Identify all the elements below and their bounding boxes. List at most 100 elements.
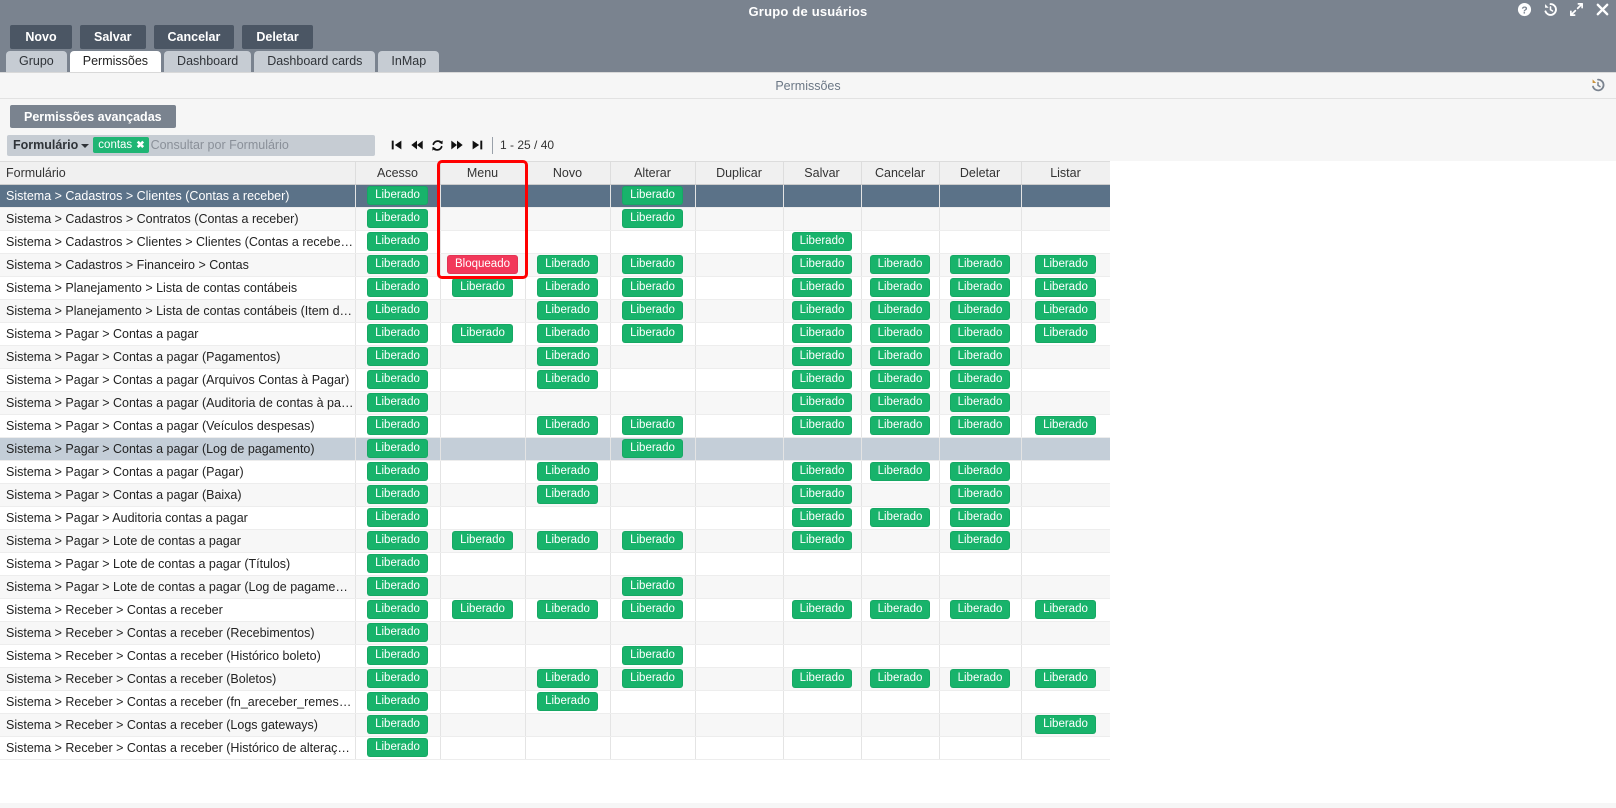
cell-deletar[interactable]: [939, 552, 1022, 576]
badge-liberado[interactable]: Liberado: [949, 324, 1011, 343]
cell-menu[interactable]: [440, 230, 526, 254]
badge-liberado[interactable]: Liberado: [791, 393, 853, 412]
cell-menu[interactable]: Liberado: [440, 276, 526, 300]
cell-alterar[interactable]: Liberado: [610, 598, 696, 622]
badge-liberado[interactable]: Liberado: [622, 577, 683, 596]
cell-cancelar[interactable]: Liberado: [861, 276, 940, 300]
tab-grupo[interactable]: Grupo: [6, 51, 67, 72]
badge-liberado[interactable]: Liberado: [367, 278, 428, 297]
cell-duplicar[interactable]: [695, 322, 784, 346]
cell-cancelar[interactable]: Liberado: [861, 667, 940, 691]
badge-liberado[interactable]: Liberado: [622, 186, 683, 205]
cell-listar[interactable]: [1021, 575, 1111, 599]
badge-liberado[interactable]: Liberado: [949, 462, 1011, 481]
badge-liberado[interactable]: Liberado: [452, 600, 513, 619]
cell-alterar[interactable]: [610, 552, 696, 576]
badge-liberado[interactable]: Liberado: [949, 531, 1011, 550]
cell-deletar[interactable]: Liberado: [939, 460, 1022, 484]
badge-liberado[interactable]: Liberado: [791, 278, 853, 297]
cell-duplicar[interactable]: [695, 437, 784, 461]
cell-alterar[interactable]: [610, 483, 696, 507]
badge-liberado[interactable]: Liberado: [367, 600, 428, 619]
badge-liberado[interactable]: Liberado: [1035, 278, 1096, 297]
cell-cancelar[interactable]: Liberado: [861, 391, 940, 415]
cell-alterar[interactable]: Liberado: [610, 207, 696, 231]
cell-deletar[interactable]: [939, 713, 1022, 737]
cell-alterar[interactable]: Liberado: [610, 276, 696, 300]
badge-liberado[interactable]: Liberado: [622, 278, 683, 297]
cell-duplicar[interactable]: [695, 460, 784, 484]
cell-salvar[interactable]: [783, 690, 862, 714]
cell-salvar[interactable]: Liberado: [783, 253, 862, 277]
cell-listar[interactable]: Liberado: [1021, 414, 1111, 438]
cell-duplicar[interactable]: [695, 598, 784, 622]
table-row[interactable]: Sistema > Pagar > Contas a pagar (Baixa)…: [0, 483, 1111, 507]
cell-cancelar[interactable]: [861, 736, 940, 760]
cell-cancelar[interactable]: [861, 690, 940, 714]
cell-alterar[interactable]: [610, 621, 696, 645]
cell-deletar[interactable]: [939, 575, 1022, 599]
table-row[interactable]: Sistema > Planejamento > Lista de contas…: [0, 299, 1111, 323]
cell-deletar[interactable]: Liberado: [939, 322, 1022, 346]
badge-bloqueado[interactable]: Bloqueado: [447, 255, 518, 274]
cell-novo[interactable]: Liberado: [525, 253, 611, 277]
badge-liberado[interactable]: Liberado: [1035, 600, 1096, 619]
badge-liberado[interactable]: Liberado: [869, 347, 931, 366]
cell-alterar[interactable]: Liberado: [610, 322, 696, 346]
cell-listar[interactable]: [1021, 621, 1111, 645]
cell-acesso[interactable]: Liberado: [355, 736, 441, 760]
cell-menu[interactable]: [440, 552, 526, 576]
cell-cancelar[interactable]: [861, 621, 940, 645]
cell-deletar[interactable]: Liberado: [939, 414, 1022, 438]
cell-novo[interactable]: [525, 644, 611, 668]
column-header-alterar[interactable]: Alterar: [610, 162, 696, 185]
cell-listar[interactable]: Liberado: [1021, 667, 1111, 691]
table-row[interactable]: Sistema > Pagar > Auditoria contas a pag…: [0, 506, 1111, 530]
cell-novo[interactable]: [525, 506, 611, 530]
cell-menu[interactable]: [440, 460, 526, 484]
cell-alterar[interactable]: Liberado: [610, 575, 696, 599]
cell-salvar[interactable]: [783, 437, 862, 461]
cell-cancelar[interactable]: [861, 437, 940, 461]
table-row[interactable]: Sistema > Pagar > Lote de contas a pagar…: [0, 552, 1111, 576]
cell-deletar[interactable]: [939, 207, 1022, 231]
badge-liberado[interactable]: Liberado: [367, 577, 428, 596]
badge-liberado[interactable]: Liberado: [869, 416, 931, 435]
badge-liberado[interactable]: Liberado: [367, 186, 428, 205]
badge-liberado[interactable]: Liberado: [1035, 324, 1096, 343]
badge-liberado[interactable]: Liberado: [1035, 301, 1096, 320]
cell-acesso[interactable]: Liberado: [355, 483, 441, 507]
cell-listar[interactable]: Liberado: [1021, 322, 1111, 346]
badge-liberado[interactable]: Liberado: [791, 324, 853, 343]
badge-liberado[interactable]: Liberado: [1035, 416, 1096, 435]
cell-duplicar[interactable]: [695, 736, 784, 760]
badge-liberado[interactable]: Liberado: [367, 232, 428, 251]
table-row[interactable]: Sistema > Receber > Contas a receber (Bo…: [0, 667, 1111, 691]
cell-listar[interactable]: [1021, 690, 1111, 714]
badge-liberado[interactable]: Liberado: [537, 692, 598, 711]
cell-novo[interactable]: Liberado: [525, 368, 611, 392]
badge-liberado[interactable]: Liberado: [949, 485, 1011, 504]
cell-menu[interactable]: [440, 644, 526, 668]
badge-liberado[interactable]: Liberado: [1035, 669, 1096, 688]
cell-duplicar[interactable]: [695, 644, 784, 668]
badge-liberado[interactable]: Liberado: [869, 301, 931, 320]
badge-liberado[interactable]: Liberado: [622, 301, 683, 320]
cell-alterar[interactable]: Liberado: [610, 644, 696, 668]
table-row[interactable]: Sistema > Pagar > Contas a pagar Liberado…: [0, 322, 1111, 346]
cell-acesso[interactable]: Liberado: [355, 253, 441, 277]
cell-menu[interactable]: [440, 437, 526, 461]
cell-novo[interactable]: Liberado: [525, 460, 611, 484]
cell-salvar[interactable]: Liberado: [783, 322, 862, 346]
cell-menu[interactable]: [440, 414, 526, 438]
badge-liberado[interactable]: Liberado: [622, 600, 683, 619]
badge-liberado[interactable]: Liberado: [949, 416, 1011, 435]
tab-permissoes[interactable]: Permissões: [69, 51, 162, 72]
expand-icon[interactable]: [1569, 2, 1584, 17]
cell-deletar[interactable]: Liberado: [939, 483, 1022, 507]
cell-deletar[interactable]: [939, 230, 1022, 254]
cell-novo[interactable]: Liberado: [525, 299, 611, 323]
cell-deletar[interactable]: [939, 690, 1022, 714]
tab-dashboard[interactable]: Dashboard: [164, 51, 252, 72]
cell-salvar[interactable]: Liberado: [783, 276, 862, 300]
